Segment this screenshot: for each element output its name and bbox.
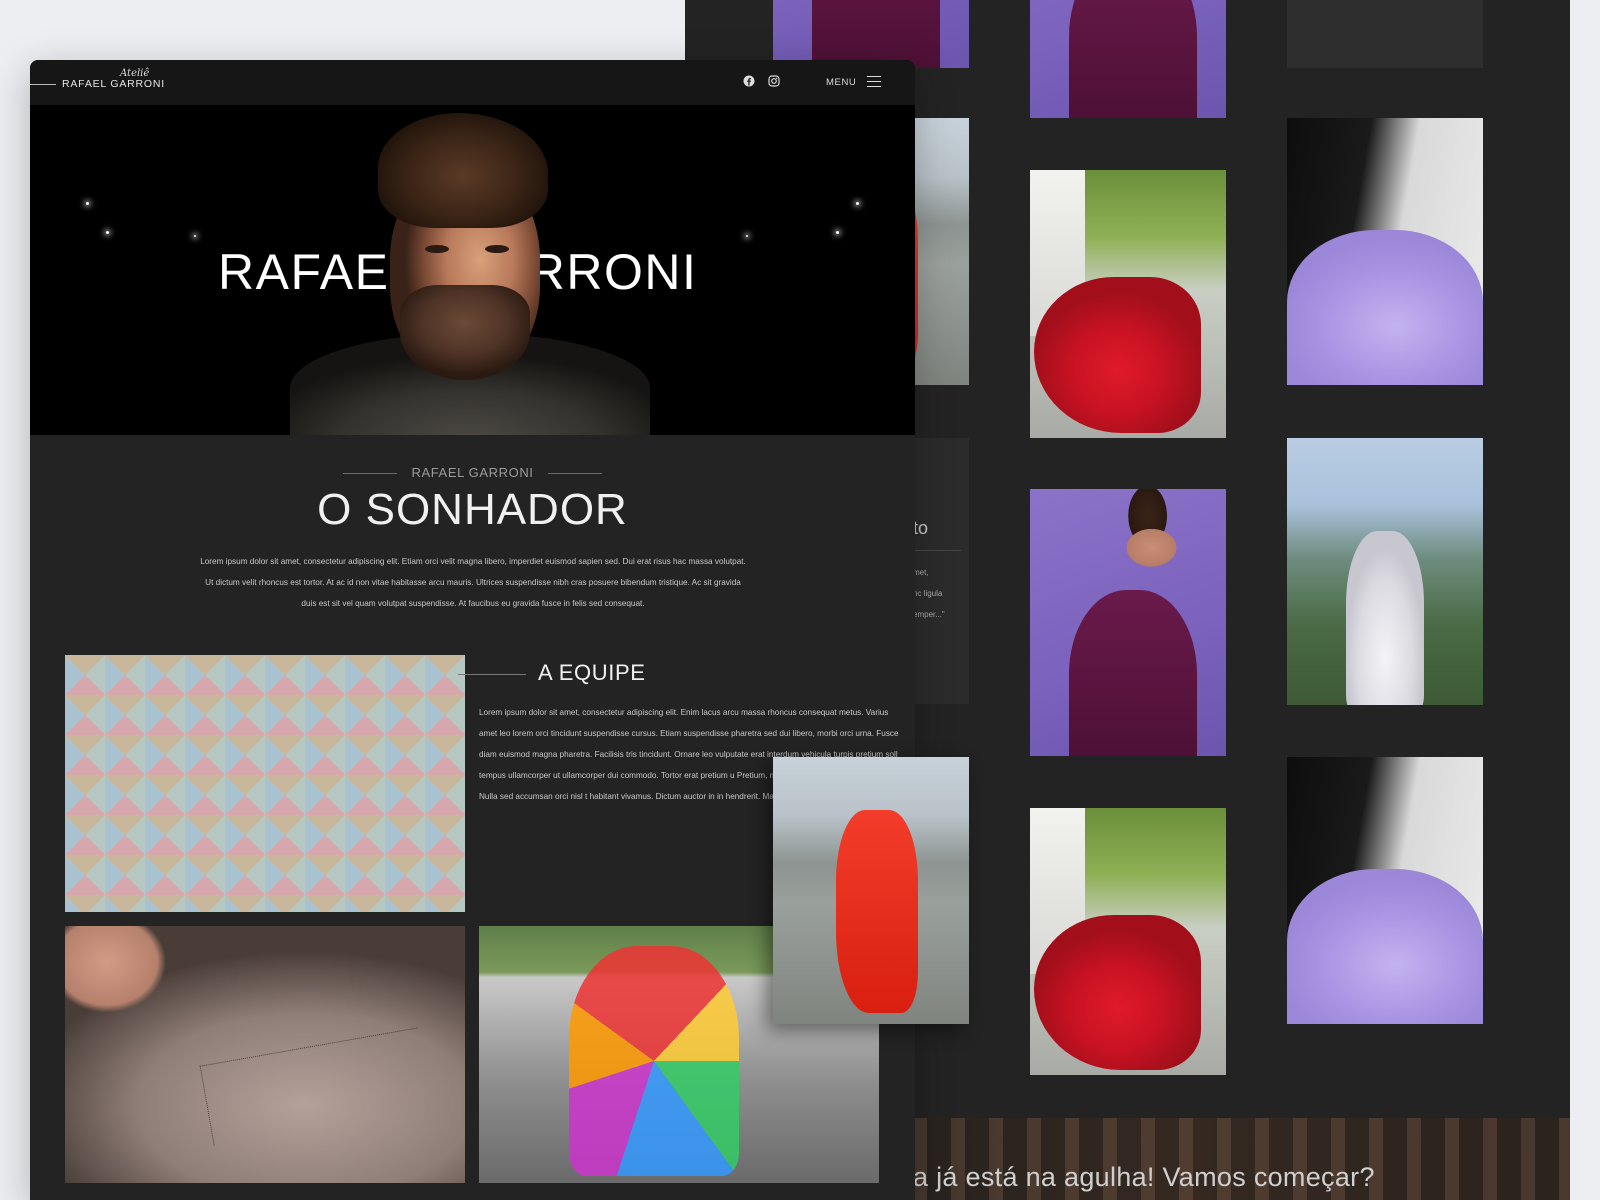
gallery-photo-lilac-dress-piano-2[interactable]: [1287, 757, 1483, 1024]
star-sparkle: [746, 235, 748, 237]
background-panel-line: emper...": [913, 610, 945, 619]
intro-paragraph: Lorem ipsum dolor sit amet, consectetur …: [200, 557, 746, 608]
background-panel-line: nc ligula: [913, 589, 943, 598]
star-sparkle: [856, 202, 859, 205]
star-sparkle: [106, 231, 109, 234]
team-heading: A EQUIPE: [538, 660, 646, 685]
gallery-photo-purple-dress-top-left[interactable]: [773, 0, 969, 68]
background-panel-divider: [913, 550, 961, 551]
photo-colored-tiles: [65, 655, 465, 912]
gallery-photo-purple-dress[interactable]: [1030, 489, 1226, 756]
portrait-photo: [290, 105, 650, 435]
background-panel-title: to: [913, 518, 929, 538]
star-sparkle: [194, 235, 196, 237]
front-page: Ateliê RAFAEL GARRONI MENU RAFAELRRONI: [30, 60, 915, 1200]
gallery-photo-purple-dress-top[interactable]: [1030, 0, 1226, 118]
cta-message: a já está na agulha! Vamos começar?: [913, 1162, 1375, 1192]
background-panel-line: met,: [913, 568, 929, 577]
menu-label[interactable]: MENU: [826, 77, 856, 88]
gallery-photo-red-dress[interactable]: [1030, 170, 1226, 438]
gallery-photo-white-dress-mountains[interactable]: [1287, 438, 1483, 705]
gallery-photo-placeholder[interactable]: [1287, 0, 1483, 68]
gallery-photo-lilac-dress-piano[interactable]: [1287, 118, 1483, 385]
top-nav: Ateliê RAFAEL GARRONI MENU: [30, 60, 915, 105]
instagram-icon[interactable]: [768, 75, 780, 87]
star-sparkle: [86, 202, 89, 205]
logo-name: RAFAEL GARRONI: [62, 78, 165, 90]
hero-banner: RAFAEL RRONI: [30, 105, 915, 435]
hamburger-menu-icon[interactable]: [867, 76, 881, 87]
team-divider: [458, 674, 526, 675]
gallery-photo-red-dress-street[interactable]: [773, 757, 969, 1024]
cta-banner: a já está na agulha! Vamos começar?: [913, 1118, 1570, 1200]
intro-heading: O SONHADOR: [317, 485, 628, 534]
intro-eyebrow: RAFAEL GARRONI: [30, 465, 915, 480]
facebook-icon[interactable]: [743, 75, 755, 87]
gallery-photo-red-dress-2[interactable]: [1030, 808, 1226, 1075]
nav-dash: [30, 84, 56, 85]
star-sparkle: [836, 231, 839, 234]
photo-sketching-hand: [65, 926, 465, 1183]
